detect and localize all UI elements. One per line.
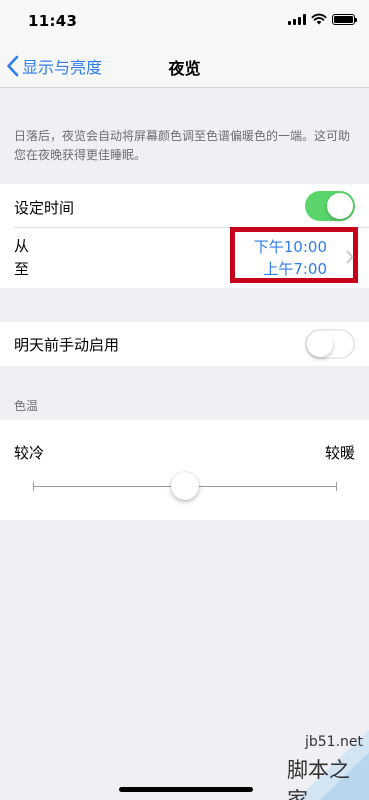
chevron-right-icon: [346, 250, 354, 264]
watermark-site: jb51.net: [305, 734, 364, 750]
navigation-bar: 显示与亮度 夜览: [0, 44, 369, 88]
color-temperature-slider-thumb[interactable]: [171, 472, 199, 500]
highlight-box: [230, 227, 358, 283]
color-temperature-group: 较冷 较暖: [0, 420, 369, 520]
night-shift-description: 日落后，夜览会自动将屏幕颜色调至色谱偏暖色的一端。这可助您在夜晚获得更佳睡眠。: [14, 129, 351, 162]
scheduled-label: 设定时间: [14, 199, 75, 217]
watermark-graphic: [296, 730, 369, 800]
scheduled-toggle[interactable]: [305, 191, 355, 221]
cooler-label: 较冷: [14, 444, 45, 462]
page-title: 夜览: [168, 59, 201, 78]
to-label: 至: [14, 260, 30, 278]
manual-enable-group: 明天前手动启用: [0, 322, 369, 366]
from-label: 从: [14, 237, 30, 255]
home-indicator: [119, 787, 253, 792]
manual-enable-toggle[interactable]: [305, 329, 355, 359]
status-time: 11:43: [28, 12, 78, 30]
signal-icon: [288, 13, 306, 25]
status-bar: 11:43: [0, 0, 369, 44]
status-icons: [288, 13, 357, 25]
battery-icon: [332, 13, 357, 25]
watermark-brand: 脚本之家: [287, 758, 350, 800]
wifi-icon: [311, 13, 327, 25]
slider-tick-right: [336, 482, 337, 491]
color-temperature-header: 色温: [14, 399, 39, 413]
warmer-label: 较暖: [324, 444, 355, 462]
slider-tick-left: [33, 482, 34, 491]
manual-enable-label: 明天前手动启用: [14, 336, 120, 354]
